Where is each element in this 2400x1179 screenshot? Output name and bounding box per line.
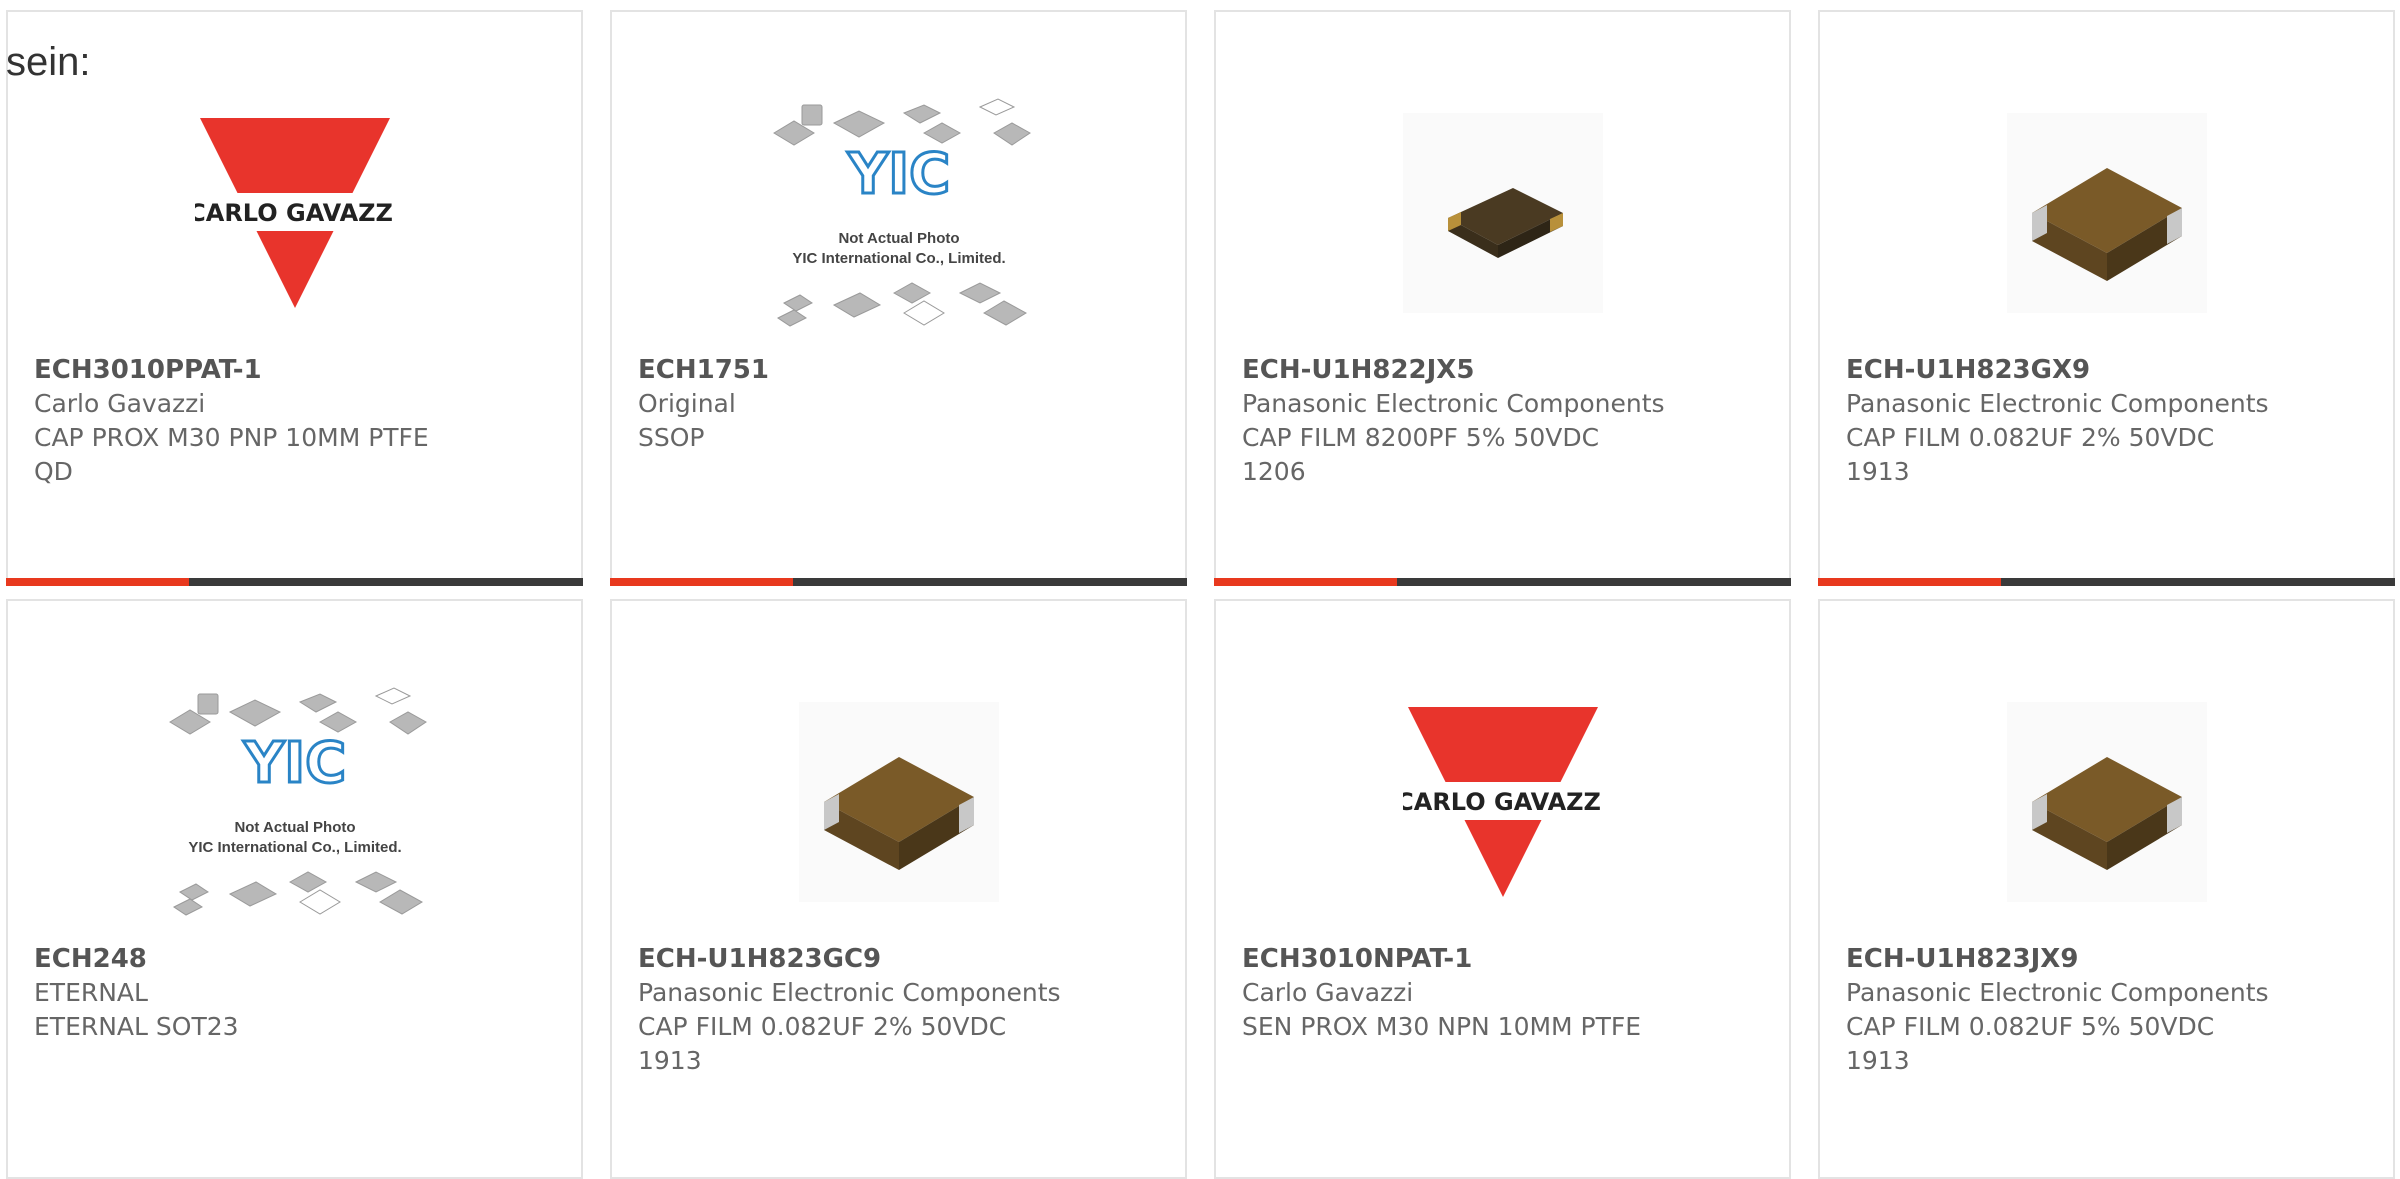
product-info: ECH-U1H823JX9 Panasonic Electronic Compo… xyxy=(1846,942,2373,1078)
product-card[interactable]: YIC Not Actual Photo YIC International C… xyxy=(6,599,583,1179)
package: 1913 xyxy=(1846,1046,1910,1075)
svg-text:Not Actual Photo: Not Actual Photo xyxy=(234,819,355,836)
part-number[interactable]: ECH-U1H823GX9 xyxy=(1846,353,2373,387)
card-bottom-bar xyxy=(1818,578,2395,586)
product-card[interactable]: ECH-U1H822JX5 Panasonic Electronic Compo… xyxy=(1214,10,1791,586)
manufacturer: Panasonic Electronic Components xyxy=(1242,389,1665,418)
part-number[interactable]: ECH248 xyxy=(34,942,561,976)
intro-text: sein: xyxy=(6,40,91,84)
card-bottom-bar xyxy=(1214,578,1791,586)
product-info: ECH-U1H822JX5 Panasonic Electronic Compo… xyxy=(1242,353,1769,489)
product-info: ECH3010NPAT-1 Carlo Gavazzi SEN PROX M30… xyxy=(1242,942,1769,1044)
chip-capacitor-icon xyxy=(1402,113,1603,313)
product-image[interactable]: YIC Not Actual Photo YIC International C… xyxy=(612,70,1185,356)
card-accent xyxy=(1214,578,1397,586)
card-accent xyxy=(6,578,189,586)
product-image[interactable]: YIC Not Actual Photo YIC International C… xyxy=(8,659,581,945)
part-number[interactable]: ECH-U1H823GC9 xyxy=(638,942,1165,976)
package: 1913 xyxy=(638,1046,702,1075)
svg-text:Not Actual Photo: Not Actual Photo xyxy=(838,230,959,247)
svg-text:YIC: YIC xyxy=(242,731,345,796)
card-bottom-bar xyxy=(610,578,1187,586)
product-info: ECH-U1H823GC9 Panasonic Electronic Compo… xyxy=(638,942,1165,1078)
package: QD xyxy=(34,457,73,486)
card-accent xyxy=(610,578,793,586)
part-number[interactable]: ECH-U1H823JX9 xyxy=(1846,942,2373,976)
manufacturer: Panasonic Electronic Components xyxy=(1846,978,2269,1007)
svg-text:CARLO GAVAZZI: CARLO GAVAZZI xyxy=(195,199,395,227)
product-image[interactable] xyxy=(1820,659,2393,945)
svg-text:CARLO GAVAZZI: CARLO GAVAZZI xyxy=(1403,788,1603,816)
product-info: ECH-U1H823GX9 Panasonic Electronic Compo… xyxy=(1846,353,2373,489)
manufacturer: Carlo Gavazzi xyxy=(34,389,206,418)
description: SEN PROX M30 NPN 10MM PTFE xyxy=(1242,1012,1642,1041)
svg-text:YIC International Co., Limited: YIC International Co., Limited. xyxy=(792,250,1005,267)
carlo-gavazzi-logo-icon: CARLO GAVAZZI xyxy=(194,118,395,308)
description: CAP FILM 0.082UF 5% 50VDC xyxy=(1846,1012,2215,1041)
product-grid: CARLO GAVAZZI ECH3010PPAT-1 Carlo Gavazz… xyxy=(0,0,2400,1179)
chip-capacitor-icon xyxy=(798,702,999,902)
manufacturer: Carlo Gavazzi xyxy=(1242,978,1414,1007)
description: CAP PROX M30 PNP 10MM PTFE xyxy=(34,423,429,452)
product-card[interactable]: ECH-U1H823JX9 Panasonic Electronic Compo… xyxy=(1818,599,2395,1179)
part-number[interactable]: ECH3010NPAT-1 xyxy=(1242,942,1769,976)
manufacturer: Panasonic Electronic Components xyxy=(638,978,1061,1007)
card-bottom-bar xyxy=(6,578,583,586)
product-info: ECH248 ETERNAL ETERNAL SOT23 xyxy=(34,942,561,1044)
product-image[interactable]: CARLO GAVAZZI xyxy=(1216,659,1789,945)
description: CAP FILM 0.082UF 2% 50VDC xyxy=(1846,423,2215,452)
chip-capacitor-icon xyxy=(2006,702,2207,902)
product-card[interactable]: YIC Not Actual Photo YIC International C… xyxy=(610,10,1187,586)
product-info: ECH3010PPAT-1 Carlo Gavazzi CAP PROX M30… xyxy=(34,353,561,489)
manufacturer: ETERNAL xyxy=(34,978,148,1007)
svg-text:YIC: YIC xyxy=(846,142,949,207)
description: CAP FILM 0.082UF 2% 50VDC xyxy=(638,1012,1007,1041)
manufacturer: Panasonic Electronic Components xyxy=(1846,389,2269,418)
product-image[interactable] xyxy=(1216,70,1789,356)
chip-capacitor-icon xyxy=(2006,113,2207,313)
yic-placeholder-icon: YIC Not Actual Photo YIC International C… xyxy=(772,98,1031,327)
part-number[interactable]: ECH1751 xyxy=(638,353,1165,387)
product-image[interactable] xyxy=(1820,70,2393,356)
product-card[interactable]: ECH-U1H823GC9 Panasonic Electronic Compo… xyxy=(610,599,1187,1179)
product-info: ECH1751 Original SSOP xyxy=(638,353,1165,455)
description: ETERNAL SOT23 xyxy=(34,1012,239,1041)
card-accent xyxy=(1818,578,2001,586)
description: SSOP xyxy=(638,423,705,452)
package: 1913 xyxy=(1846,457,1910,486)
svg-text:YIC International Co., Limited: YIC International Co., Limited. xyxy=(188,839,401,856)
product-card[interactable]: ECH-U1H823GX9 Panasonic Electronic Compo… xyxy=(1818,10,2395,586)
part-number[interactable]: ECH-U1H822JX5 xyxy=(1242,353,1769,387)
part-number[interactable]: ECH3010PPAT-1 xyxy=(34,353,561,387)
product-card[interactable]: CARLO GAVAZZI ECH3010NPAT-1 Carlo Gavazz… xyxy=(1214,599,1791,1179)
description: CAP FILM 8200PF 5% 50VDC xyxy=(1242,423,1600,452)
product-image[interactable] xyxy=(612,659,1185,945)
carlo-gavazzi-logo-icon: CARLO GAVAZZI xyxy=(1402,707,1603,897)
product-card[interactable]: CARLO GAVAZZI ECH3010PPAT-1 Carlo Gavazz… xyxy=(6,10,583,586)
package: 1206 xyxy=(1242,457,1306,486)
product-image[interactable]: CARLO GAVAZZI xyxy=(8,70,581,356)
yic-placeholder-icon: YIC Not Actual Photo YIC International C… xyxy=(168,687,427,916)
manufacturer: Original xyxy=(638,389,736,418)
